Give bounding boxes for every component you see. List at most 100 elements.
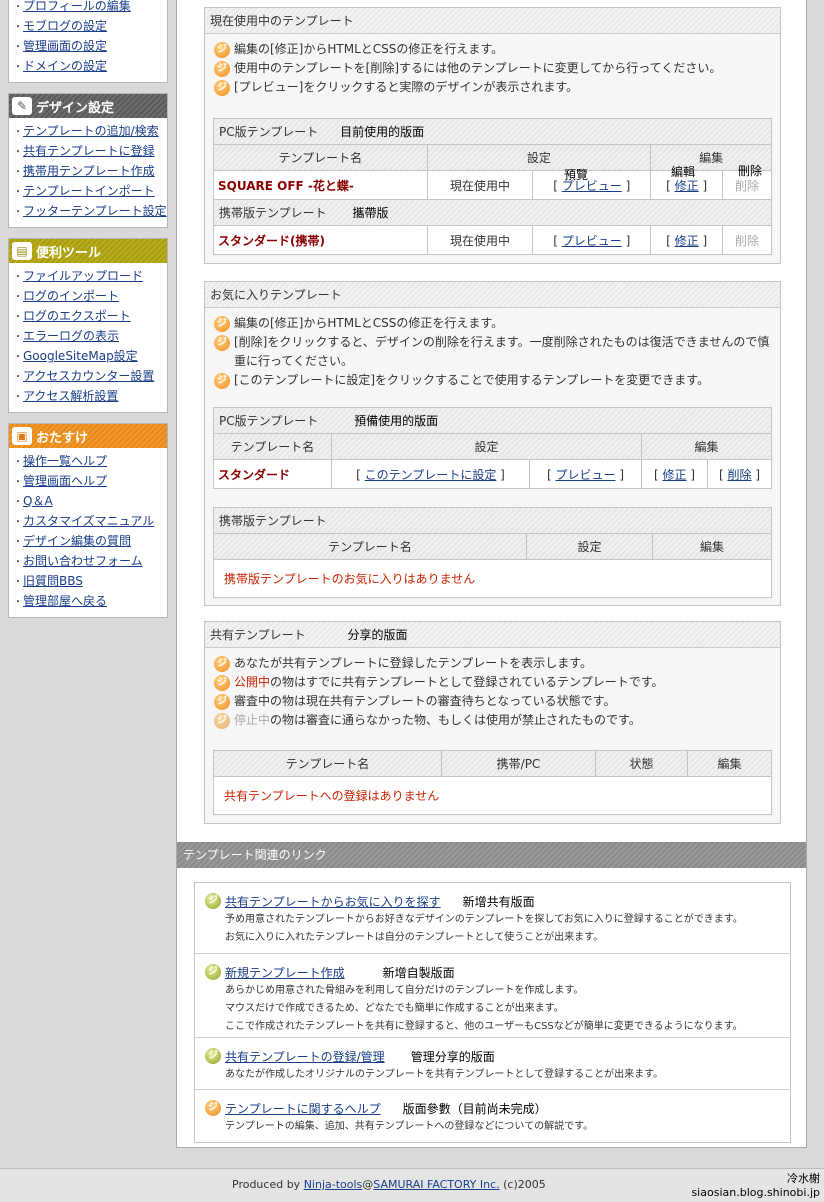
sidebar-item-access-counter[interactable]: アクセスカウンター設置 (13, 367, 167, 387)
sidebar-item-back-room[interactable]: 管理部屋へ戻る (13, 592, 167, 612)
bullet-icon: ジ (214, 656, 230, 672)
mobile-template-label: 携帯版テンプレート (213, 507, 772, 534)
col-state: 状態 (595, 750, 688, 777)
new-template-link[interactable]: 新規テンプレート作成 (225, 964, 345, 981)
sidebar-item-qa[interactable]: Q＆A (13, 492, 167, 512)
col-edit: 編集 (641, 433, 772, 460)
watermark-url: siaosian.blog.shinobi.jp (691, 1186, 820, 1199)
edit-cell: [ 修正 ] (650, 225, 724, 255)
note-item: ジ公開中の物はすでに共有テンプレートとして登録されているテンプレートです。 (214, 673, 780, 692)
col-template-name: テンプレート名 (213, 433, 332, 460)
col-template-name: テンプレート名 (213, 533, 527, 560)
preview-link[interactable]: プレビュー (555, 468, 615, 482)
sidebar-item-shared-register[interactable]: 共有テンプレートに登録 (13, 142, 167, 162)
sidebar-item-customize-manual[interactable]: カスタマイズマニュアル (13, 512, 167, 532)
link-description: テンプレートの編集、追加、共有テンプレートへの登録などについての解説です。 (225, 1121, 594, 1132)
link-description: 予め用意されたテンプレートからお好きなデザインのテンプレートを探してお気に入りに… (225, 914, 743, 925)
shared-title: 共有テンプレート 分享的版面 (205, 622, 780, 648)
set-cell: [ このテンプレートに設定 ] (331, 459, 530, 489)
preview-cell: [ プレビュー ] (532, 225, 652, 255)
find-shared-link[interactable]: 共有テンプレートからお気に入りを探す (225, 893, 441, 910)
sidebar-osusume-title: おたすけ (36, 430, 89, 446)
delete-disabled: 削除 (722, 225, 772, 255)
preview-cell: [ プレビュー ] (529, 459, 642, 489)
sidebar-item-log-export[interactable]: ログのエクスポート (13, 307, 167, 327)
sidebar-item-access-analysis[interactable]: アクセス解析設置 (13, 387, 167, 407)
preview-link[interactable]: プレビュー (562, 234, 622, 248)
palette-icon: ✎ (12, 97, 32, 115)
main-content: 現在使用中のテンプレート ジ編集の[修正]からHTMLとCSSの修正を行えます。… (176, 0, 807, 1148)
annotation-delete: 刪除 (738, 164, 763, 178)
sidebar-item-profile[interactable]: プロフィールの編集 (13, 0, 167, 17)
bullet-icon: ジ (214, 713, 230, 729)
sidebar-tools-box: ▤ 便利ツール ファイルアップロード ログのインポート ログのエクスポート エラ… (8, 238, 168, 413)
template-help-link[interactable]: テンプレートに関するヘルプ (225, 1100, 381, 1117)
col-template-name: テンプレート名 (213, 144, 428, 171)
annotation-favorites-pc: 預備使用的版面 (354, 414, 439, 428)
sidebar-item-admin-settings[interactable]: 管理画面の設定 (13, 37, 167, 57)
sidebar-item-log-import[interactable]: ログのインポート (13, 287, 167, 307)
samurai-factory-link[interactable]: SAMURAI FACTORY Inc. (373, 1178, 499, 1191)
stopped-word: 停止中 (234, 713, 271, 727)
favorites-panel: お気に入りテンプレート ジ編集の[修正]からHTMLとCSSの修正を行えます。 … (204, 281, 781, 606)
link-item: ジテンプレートに関するヘルプ 版面參數（目前尚未完成） テンプレートの編集、追加、… (195, 1090, 790, 1142)
note-item: ジ [このテンプレートに設定]をクリックすることで使用するテンプレートを変更できま… (214, 371, 770, 390)
manage-shared-link[interactable]: 共有テンプレートの登録/管理 (225, 1048, 385, 1065)
annotation-link: 管理分享的版面 (410, 1049, 495, 1064)
sidebar-item-domain[interactable]: ドメインの設定 (13, 57, 167, 77)
sidebar-item-template-add[interactable]: テンプレートの追加/検索 (13, 122, 167, 142)
ninja-tools-link[interactable]: Ninja-tools (304, 1178, 363, 1191)
edit-link[interactable]: 修正 (662, 468, 686, 482)
edit-link[interactable]: 修正 (675, 179, 699, 193)
footer-credit: Produced by Ninja-tools@SAMURAI FACTORY … (232, 1178, 546, 1191)
sidebar-item-design-question[interactable]: デザイン編集の質問 (13, 532, 167, 552)
sidebar-item-template-import[interactable]: テンプレートインポート (13, 182, 167, 202)
favorites-mobile-table: 携帯版テンプレート テンプレート名 設定 編集 携帯版テンプレートのお気に入りは… (213, 507, 772, 598)
sidebar-item-error-log[interactable]: エラーログの表示 (13, 327, 167, 347)
table-row: スタンダード [ このテンプレートに設定 ] [ プレビュー ] [ 修正 ] … (213, 459, 772, 489)
annotation-link: 新增共有版面 (462, 894, 535, 909)
annotation-link: 版面參數（目前尚未完成） (402, 1101, 547, 1116)
status-text: 現在使用中 (426, 170, 534, 200)
sidebar-item-sitemap[interactable]: GoogleSiteMap設定 (13, 347, 167, 367)
pc-template-label: PC版テンプレート 目前使用的版面 (213, 118, 772, 145)
link-item: ジ共有テンプレートの登録/管理 管理分享的版面 あなたが作成したオリジナルのテンプ… (195, 1038, 790, 1090)
annotation-current-mobile: 攜帶版 (352, 206, 389, 220)
sidebar-item-file-upload[interactable]: ファイルアップロード (13, 267, 167, 287)
sidebar-tools-header: ▤ 便利ツール (9, 239, 167, 263)
bullet-icon: ジ (214, 694, 230, 710)
current-template-table: PC版テンプレート 目前使用的版面 テンプレート名 設定 編集 SQUARE O… (213, 118, 772, 255)
public-word: 公開中 (234, 675, 271, 689)
edit-link[interactable]: 修正 (675, 234, 699, 248)
delete-link[interactable]: 削除 (727, 468, 751, 482)
sidebar-item-help-list[interactable]: 操作一覧ヘルプ (13, 452, 167, 472)
sidebar-design-title: デザイン設定 (36, 100, 115, 116)
sidebar-item-old-bbs[interactable]: 旧質問BBS (13, 572, 167, 592)
note-item: ジ審査中の物は現在共有テンプレートの審査待ちとなっている状態です。 (214, 692, 780, 711)
mobile-template-label: 携帯版テンプレート 攜帶版 (213, 199, 772, 226)
col-type: 携帯/PC (441, 750, 596, 777)
sidebar-osusume-header: ▣ おたすけ (9, 424, 167, 448)
note-item: ジ使用中のテンプレートを[削除]するには他のテンプレートに変更してから行ってくだ… (214, 59, 780, 78)
sidebar-item-footer-template[interactable]: フッターテンプレート設定 (13, 202, 167, 222)
pc-template-label: PC版テンプレート 預備使用的版面 (213, 407, 772, 434)
note-item: ジ [削除]をクリックすると、デザインの削除を行えます。一度削除されたものは復活で… (214, 333, 770, 371)
col-template-name: テンプレート名 (213, 750, 442, 777)
shared-table: テンプレート名 携帯/PC 状態 編集 共有テンプレートへの登録はありません (213, 750, 772, 815)
col-edit: 編集 (652, 533, 772, 560)
sidebar-item-contact-form[interactable]: お問い合わせフォーム (13, 552, 167, 572)
links-section-title: テンプレート関連のリンク (177, 842, 806, 868)
note-item: ジ編集の[修正]からHTMLとCSSの修正を行えます。 (214, 314, 770, 333)
bullet-icon: ジ (205, 1100, 221, 1116)
watermark-title: 冷水榭 (787, 1172, 820, 1185)
sidebar-item-moblog[interactable]: モブログの設定 (13, 17, 167, 37)
annotation-shared: 分享的版面 (347, 628, 408, 642)
sidebar-item-admin-help[interactable]: 管理画面ヘルプ (13, 472, 167, 492)
col-setting: 設定 (526, 533, 653, 560)
set-template-link[interactable]: このテンプレートに設定 (365, 468, 497, 482)
preview-cell: [ プレビュー ] (532, 170, 652, 200)
bullet-icon: ジ (214, 316, 230, 332)
book-icon: ▣ (12, 427, 32, 445)
sidebar-item-mobile-create[interactable]: 携帯用テンプレート作成 (13, 162, 167, 182)
sidebar-design-box: ✎ デザイン設定 テンプレートの追加/検索 共有テンプレートに登録 携帯用テンプ… (8, 93, 168, 228)
